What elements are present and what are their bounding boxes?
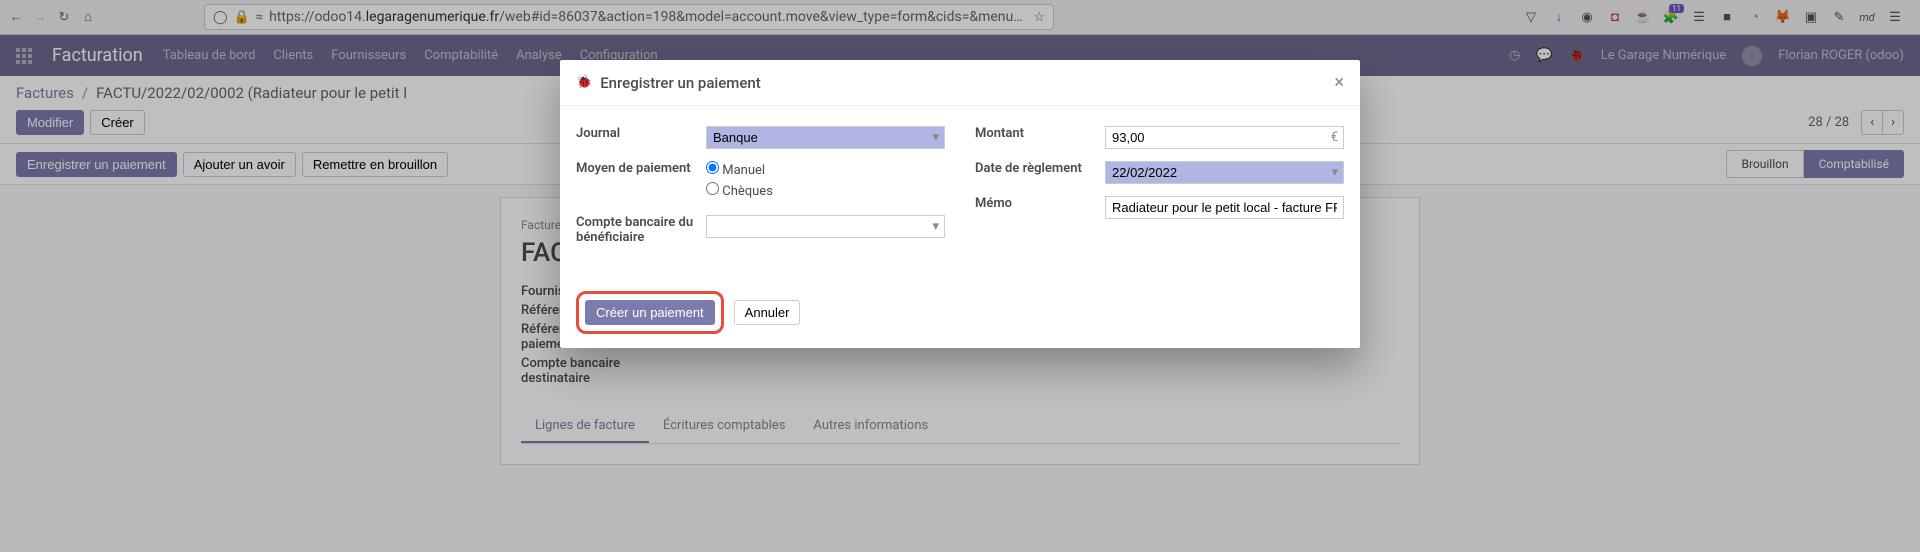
- currency-symbol: €: [1331, 130, 1338, 145]
- label-modal-amount: Montant: [975, 126, 1105, 141]
- bug-icon: 🐞: [576, 75, 592, 90]
- label-modal-memo: Mémo: [975, 196, 1105, 211]
- cancel-button[interactable]: Annuler: [734, 300, 801, 325]
- label-modal-journal: Journal: [576, 126, 706, 141]
- close-icon[interactable]: ×: [1334, 72, 1344, 93]
- chevron-down-icon[interactable]: ▾: [932, 130, 939, 145]
- radio-check[interactable]: Chèques: [706, 182, 945, 199]
- chevron-down-icon-2[interactable]: ▾: [932, 219, 939, 234]
- modal-overlay: 🐞 Enregistrer un paiement × Journal ▾ Mo…: [0, 0, 1920, 552]
- label-modal-date: Date de règlement: [975, 161, 1105, 176]
- payment-modal: 🐞 Enregistrer un paiement × Journal ▾ Mo…: [560, 60, 1360, 348]
- amount-input[interactable]: [1105, 126, 1344, 149]
- modal-title: Enregistrer un paiement: [600, 74, 761, 92]
- chevron-down-icon-3[interactable]: ▾: [1331, 165, 1338, 180]
- radio-manual[interactable]: Manuel: [706, 161, 945, 178]
- highlight-annotation: Créer un paiement: [576, 291, 724, 334]
- journal-select[interactable]: [706, 126, 945, 149]
- date-input[interactable]: [1105, 161, 1344, 184]
- label-modal-method: Moyen de paiement: [576, 161, 706, 176]
- create-payment-button[interactable]: Créer un paiement: [585, 300, 715, 325]
- memo-input[interactable]: [1105, 196, 1344, 219]
- label-modal-bank: Compte bancaire du bénéficiaire: [576, 215, 706, 245]
- bank-select[interactable]: [706, 215, 945, 238]
